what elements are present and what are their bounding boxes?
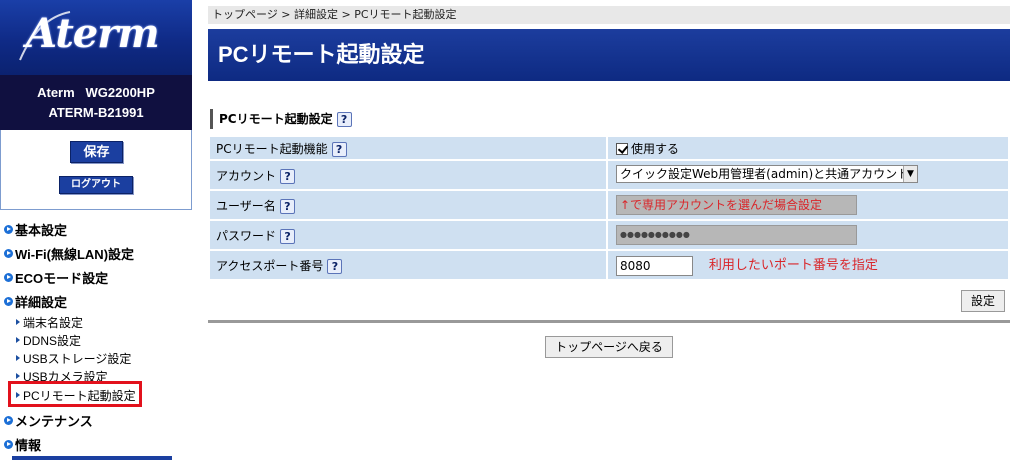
row-label-cell: ユーザー名? [210,191,608,219]
section-title-text: PCリモート起動設定 [219,112,333,126]
help-icon[interactable]: ? [280,168,296,184]
nav-label: 情報 [15,438,42,453]
enable-checkbox[interactable] [616,142,628,155]
port-note: 利用したいポート番号を指定 [708,258,878,274]
nav-bullet-icon [4,273,13,282]
page-title: PCリモート起動設定 [208,29,1010,81]
port-input[interactable]: 8080 [616,255,693,276]
action-panel: 保存 ログアウト [0,130,192,210]
account-label: アカウント [216,168,277,183]
nav-sub-usb-storage[interactable]: USBストレージ設定 [16,350,131,367]
section-title: PCリモート起動設定? [210,109,352,129]
row-label-cell: アクセスポート番号? [210,251,608,279]
password-input[interactable]: ●●●●●●●●●● [616,225,857,245]
row-label-cell: アカウント? [210,161,608,189]
nav-advanced-settings[interactable]: 詳細設定 [4,292,67,311]
aterm-logo: Aterm [0,0,192,75]
nav-info[interactable]: 情報 [4,435,41,454]
help-icon[interactable]: ? [331,141,347,157]
nav-eco-settings[interactable]: ECOモード設定 [4,268,108,287]
row-value-cell: 8080 利用したいポート番号を指定 [608,251,1008,279]
table-row: PCリモート起動機能? 使用する [210,137,1008,159]
username-input[interactable]: ↑で専用アカウントを選んだ場合設定 [616,195,857,215]
breadcrumb: トップページ > 詳細設定 > PCリモート起動設定 [208,6,1010,24]
nav-wifi-settings[interactable]: Wi-Fi(無線LAN)設定 [4,244,134,263]
logout-button[interactable]: ログアウト [59,176,133,194]
triangle-right-icon [16,355,20,361]
nav-bullet-icon [4,297,13,306]
highlight-annotation [8,381,142,407]
settings-table: PCリモート起動機能? 使用する アカウント? クイック設定Web用管理者(ad… [210,135,1008,281]
port-label: アクセスポート番号 [216,258,324,273]
nav-bullet-icon [4,225,13,234]
device-info: Aterm WG2200HP ATERM-B21991 [0,75,192,130]
table-row: ユーザー名? ↑で専用アカウントを選んだ場合設定 [210,191,1008,219]
row-value-cell: ●●●●●●●●●● [608,221,1008,249]
row-value-cell: 使用する [608,137,1008,159]
account-select-value: クイック設定Web用管理者(admin)と共通アカウント [620,166,910,181]
table-row: アクセスポート番号? 8080 利用したいポート番号を指定 [210,251,1008,279]
set-button[interactable]: 設定 [961,290,1005,312]
account-select[interactable]: クイック設定Web用管理者(admin)と共通アカウント ▼ [616,164,918,183]
help-icon[interactable]: ? [280,228,296,244]
nav-sub-label: 端末名設定 [23,316,84,330]
row-label-cell: パスワード? [210,221,608,249]
nav-sub-ddns[interactable]: DDNS設定 [16,332,81,349]
chevron-down-icon: ▼ [903,165,917,182]
row-value-cell: クイック設定Web用管理者(admin)と共通アカウント ▼ [608,161,1008,189]
enable-checkbox-label: 使用する [631,141,680,156]
save-button[interactable]: 保存 [70,141,123,163]
help-icon[interactable]: ? [279,198,295,214]
divider [208,320,1010,323]
table-row: パスワード? ●●●●●●●●●● [210,221,1008,249]
sidebar-bottom-bar [12,456,172,460]
row-label-cell: PCリモート起動機能? [210,137,608,159]
help-icon[interactable]: ? [327,258,343,274]
nav-label: Wi-Fi(無線LAN)設定 [15,247,135,262]
username-label: ユーザー名 [216,198,276,213]
triangle-right-icon [16,373,20,379]
device-id: ATERM-B21991 [48,105,144,120]
triangle-right-icon [16,319,20,325]
row-value-cell: ↑で専用アカウントを選んだ場合設定 [608,191,1008,219]
nav-sub-label: DDNS設定 [23,334,82,348]
nav-bullet-icon [4,416,13,425]
logo-text: Aterm [26,10,160,57]
nav-bullet-icon [4,440,13,449]
nav-bullet-icon [4,249,13,258]
nav-label: 詳細設定 [15,295,68,310]
nav-label: メンテナンス [15,414,93,429]
triangle-right-icon [16,337,20,343]
nav-sub-label: USBストレージ設定 [23,352,132,366]
table-row: アカウント? クイック設定Web用管理者(admin)と共通アカウント ▼ [210,161,1008,189]
sidebar: Aterm Aterm WG2200HP ATERM-B21991 保存 ログア… [0,0,192,460]
nav-basic-settings[interactable]: 基本設定 [4,220,67,239]
back-to-top-button[interactable]: トップページへ戻る [545,336,673,358]
nav-sub-terminal-name[interactable]: 端末名設定 [16,314,83,331]
device-model: Aterm WG2200HP [37,85,155,100]
nav-label: 基本設定 [15,223,68,238]
function-label: PCリモート起動機能 [216,141,328,156]
password-label: パスワード [216,228,277,243]
nav-label: ECOモード設定 [15,271,109,286]
help-icon[interactable]: ? [336,112,352,127]
nav-maintenance[interactable]: メンテナンス [4,411,93,430]
